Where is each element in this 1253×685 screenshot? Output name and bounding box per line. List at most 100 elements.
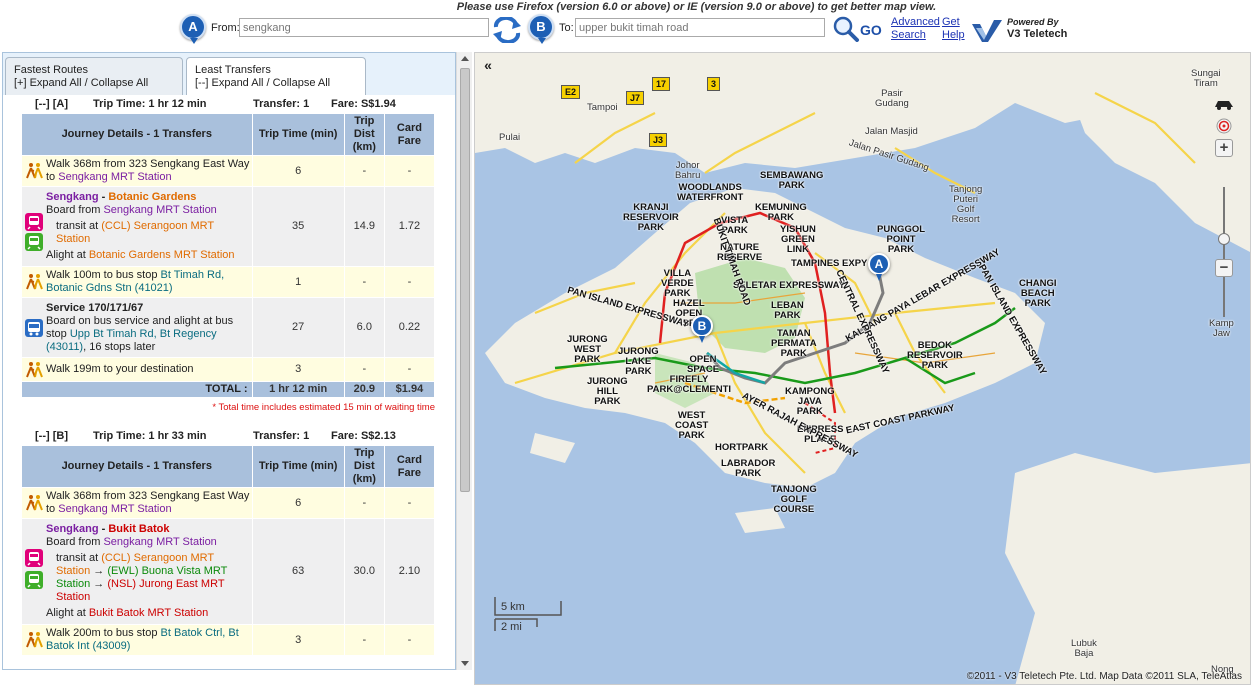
station-link[interactable]: Botanic Gardens MRT Station bbox=[89, 249, 235, 261]
highway-shield: J3 bbox=[649, 133, 668, 147]
place-label: JURONG LAKE PARK bbox=[618, 346, 659, 377]
card-fare-header: Card Fare bbox=[383, 113, 436, 156]
journey-details-header: Journey Details - 1 Transfers bbox=[21, 113, 253, 156]
table-row: Walk 368m from 323 Sengkang East Way to … bbox=[21, 487, 436, 519]
from-input[interactable] bbox=[239, 18, 489, 37]
station-link[interactable]: Sengkang MRT Station bbox=[58, 171, 171, 183]
place-label: Pasir Gudang bbox=[875, 88, 909, 109]
station-link[interactable]: Sengkang MRT Station bbox=[58, 503, 171, 515]
place-label: Sungai Tiram bbox=[1191, 68, 1221, 89]
route-b-trip-time: Trip Time: 1 hr 33 min bbox=[93, 430, 207, 442]
place-label: WOODLANDS WATERFRONT bbox=[677, 182, 744, 203]
place-label: KEMUNING PARK bbox=[755, 202, 807, 223]
zoom-in-button[interactable]: + bbox=[1215, 139, 1233, 157]
destination-pin-icon[interactable]: B bbox=[691, 315, 713, 343]
place-label: Tampoi bbox=[587, 102, 618, 113]
route-b-table: Journey Details - 1 Transfers Trip Time … bbox=[21, 445, 436, 656]
go-label: GO bbox=[860, 22, 882, 38]
vehicle-mode-icon[interactable] bbox=[1213, 95, 1235, 113]
swap-direction-icon[interactable] bbox=[492, 17, 522, 43]
route-map[interactable]: « E2 J7 17 3 J3 SEMBAWANG PARK WOODLANDS… bbox=[474, 52, 1251, 685]
go-button[interactable]: GO bbox=[832, 16, 884, 42]
walk-segment: Walk 199m to your destination bbox=[21, 357, 253, 382]
station-link[interactable]: Bukit Batok MRT Station bbox=[89, 607, 208, 619]
table-row: Walk 199m to your destination 3 - - bbox=[21, 357, 436, 382]
station-link[interactable]: Sengkang MRT Station bbox=[103, 536, 216, 548]
browser-notice: Please use Firefox (version 6.0 or above… bbox=[456, 1, 937, 13]
tab-least-transfers[interactable]: Least Transfers [--] Expand All / Collap… bbox=[186, 57, 366, 95]
walk-segment: Walk 100m to bus stop Bt Timah Rd, Botan… bbox=[21, 266, 253, 298]
place-label: Lubuk Baja bbox=[1071, 638, 1097, 659]
trip-dist-header: Trip Dist (km) bbox=[343, 445, 385, 488]
search-bar: A From: B To: GO AdvancedSearch GetHelp … bbox=[180, 14, 1080, 44]
collapse-panel-button[interactable]: « bbox=[479, 57, 497, 75]
route-a-table: Journey Details - 1 Transfers Trip Time … bbox=[21, 113, 436, 398]
scale-mi-label: 2 mi bbox=[501, 621, 522, 633]
place-label: CHANGI BEACH PARK bbox=[1019, 278, 1057, 309]
walk-segment: Walk 200m to bus stop Bt Batok Ctrl, Bt … bbox=[21, 624, 253, 656]
route-b-toggle[interactable]: [--] [B] bbox=[35, 430, 68, 442]
v3-logo-icon bbox=[972, 20, 1002, 42]
place-label: HORTPARK bbox=[715, 442, 769, 453]
zoom-track[interactable] bbox=[1223, 187, 1225, 317]
table-row: Sengkang - Botanic Gardens Board from Se… bbox=[21, 186, 436, 267]
place-label: YISHUN GREEN LINK bbox=[780, 224, 816, 255]
table-row: Service 170/171/67 Board on bus service … bbox=[21, 297, 436, 358]
scroll-down-icon[interactable] bbox=[457, 656, 473, 670]
lrt-train-icon bbox=[25, 571, 43, 589]
advanced-search-link[interactable]: Advanced Search bbox=[891, 16, 940, 42]
trip-dist-header: Trip Dist (km) bbox=[343, 113, 385, 156]
route-tabs: Fastest Routes [+] Expand All / Collapse… bbox=[3, 53, 455, 95]
place-label: Jalan Masjid bbox=[865, 126, 918, 137]
place-label: Pulai bbox=[499, 132, 521, 143]
locate-target-icon[interactable] bbox=[1215, 117, 1233, 135]
journey-details-header: Journey Details - 1 Transfers bbox=[21, 445, 253, 488]
route-a-fare: Fare: S$1.94 bbox=[331, 98, 396, 110]
station-link[interactable]: Sengkang MRT Station bbox=[103, 204, 216, 216]
scale-km-label: 5 km bbox=[501, 601, 525, 613]
waiting-time-note: * Total time includes estimated 15 min o… bbox=[212, 402, 435, 413]
highway-shield: J7 bbox=[626, 91, 645, 105]
lrt-train-icon bbox=[25, 233, 43, 251]
zoom-out-button[interactable]: − bbox=[1215, 259, 1233, 277]
magnifier-icon bbox=[833, 16, 859, 42]
scroll-thumb[interactable] bbox=[460, 68, 470, 492]
scroll-up-icon[interactable] bbox=[457, 52, 473, 66]
powered-by-text: Powered By bbox=[1007, 17, 1059, 27]
table-row: Sengkang - Bukit Batok Board from Sengka… bbox=[21, 518, 436, 625]
road-label: SELETAR EXPRESSWAY bbox=[733, 280, 845, 291]
route-a-header: [--] [A] Trip Time: 1 hr 12 min Transfer… bbox=[3, 95, 455, 113]
to-input[interactable] bbox=[575, 18, 825, 37]
card-fare-header: Card Fare bbox=[383, 445, 436, 488]
origin-pin-icon[interactable]: A bbox=[868, 253, 890, 281]
walk-segment: Walk 368m from 323 Sengkang East Way to … bbox=[21, 155, 253, 187]
zoom-control: + − bbox=[1213, 95, 1235, 335]
mrt-train-icon bbox=[25, 213, 43, 231]
walk-segment: Walk 368m from 323 Sengkang East Way to … bbox=[21, 487, 253, 519]
highway-shield: 17 bbox=[652, 77, 671, 91]
place-label: Tanjong Puteri Golf Resort bbox=[949, 184, 983, 225]
place-label: PUNGGOL POINT PARK bbox=[877, 224, 926, 255]
table-row: Walk 100m to bus stop Bt Timah Rd, Botan… bbox=[21, 266, 436, 298]
tab-fastest-routes[interactable]: Fastest Routes [+] Expand All / Collapse… bbox=[5, 57, 183, 95]
routes-panel: Fastest Routes [+] Expand All / Collapse… bbox=[2, 52, 456, 670]
place-label: Johor Bahru bbox=[675, 160, 701, 181]
zoom-slider-knob[interactable] bbox=[1218, 233, 1230, 245]
place-label: FIREFLY PARK@CLEMENTI bbox=[647, 374, 732, 395]
place-label: VILLA VERDE PARK bbox=[661, 268, 694, 299]
walking-icon bbox=[26, 361, 43, 377]
map-copyright: ©2011 - V3 Teletech Pte. Ltd. Map Data ©… bbox=[966, 671, 1242, 682]
bus-segment: Service 170/171/67 Board on bus service … bbox=[21, 297, 253, 358]
table-row: Walk 200m to bus stop Bt Batok Ctrl, Bt … bbox=[21, 624, 436, 656]
routes-scrollbar[interactable] bbox=[456, 52, 472, 670]
map-scale: 5 km 2 mi bbox=[493, 597, 573, 637]
from-label: From: bbox=[211, 22, 240, 34]
powered-by-logo: Powered By V3 Teletech bbox=[970, 16, 1080, 44]
route-b-header-row: Journey Details - 1 Transfers Trip Time … bbox=[21, 445, 436, 488]
get-help-link[interactable]: Get Help bbox=[942, 16, 965, 42]
powered-by-brand: V3 Teletech bbox=[1007, 28, 1068, 40]
total-row: TOTAL : 1 hr 12 min 20.9 $1.94 bbox=[21, 381, 436, 398]
route-b-fare: Fare: S$2.13 bbox=[331, 430, 396, 442]
place-label: JURONG HILL PARK bbox=[587, 376, 628, 407]
route-a-toggle[interactable]: [--] [A] bbox=[35, 98, 68, 110]
